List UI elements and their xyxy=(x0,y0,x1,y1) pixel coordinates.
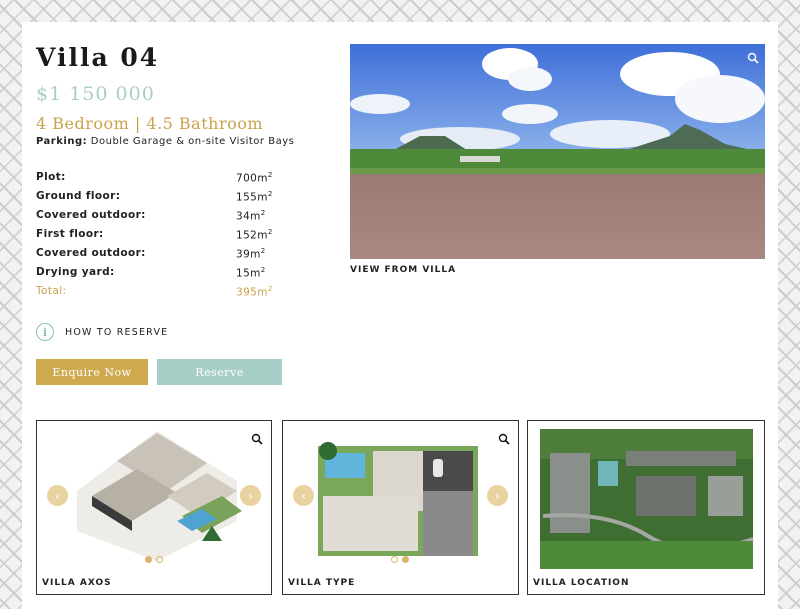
next-arrow-icon[interactable]: › xyxy=(240,485,261,506)
axonometric-plan xyxy=(77,431,242,561)
villa-rooms: 4 Bedroom | 4.5 Bathroom xyxy=(36,114,264,133)
floor-plan xyxy=(318,442,478,556)
carousel-dots xyxy=(145,556,163,563)
site-map xyxy=(540,429,754,569)
spec-label: First floor: xyxy=(36,228,104,240)
spec-row: Covered outdoor: 34m2 xyxy=(36,209,276,228)
villa-location-image[interactable] xyxy=(528,421,764,569)
spec-value: 152m2 xyxy=(236,228,273,242)
spec-label: Covered outdoor: xyxy=(36,247,146,259)
gallery-card-villa-axos[interactable]: ‹ › VILLA AXOS xyxy=(36,420,272,595)
spec-value: 15m2 xyxy=(236,266,266,280)
spec-value: 155m2 xyxy=(236,190,273,204)
spec-label: Covered outdoor: xyxy=(36,209,146,221)
carousel-dot[interactable] xyxy=(156,556,163,563)
card-caption: VILLA AXOS xyxy=(42,578,112,588)
next-arrow-icon[interactable]: › xyxy=(487,485,508,506)
spec-row: Ground floor: 155m2 xyxy=(36,190,276,209)
villa-axos-image[interactable]: ‹ › xyxy=(37,421,271,569)
spec-value: 34m2 xyxy=(236,209,266,223)
spec-row: Covered outdoor: 39m2 xyxy=(36,247,276,266)
prev-arrow-icon[interactable]: ‹ xyxy=(47,485,68,506)
how-to-reserve-label[interactable]: HOW TO RESERVE xyxy=(65,327,168,338)
prev-arrow-icon[interactable]: ‹ xyxy=(293,485,314,506)
view-from-villa-image[interactable] xyxy=(350,44,765,259)
spec-total-value: 395m2 xyxy=(236,285,273,299)
specs-table: Plot: 700m2 Ground floor: 155m2 Covered ou… xyxy=(36,171,276,304)
card-caption: VILLA TYPE xyxy=(288,578,356,588)
info-icon[interactable]: i xyxy=(36,323,54,341)
parking-info: Parking: Double Garage & on-site Visitor… xyxy=(36,136,294,147)
gallery-card-villa-type[interactable]: ‹ › VILLA TYPE xyxy=(282,420,519,595)
parking-value: Double Garage & on-site Visitor Bays xyxy=(90,136,295,147)
spec-row: First floor: 152m2 xyxy=(36,228,276,247)
spec-label: Ground floor: xyxy=(36,190,121,202)
hero-caption: VIEW FROM VILLA xyxy=(350,265,457,275)
carousel-dot[interactable] xyxy=(402,556,409,563)
spec-row: Plot: 700m2 xyxy=(36,171,276,190)
zoom-icon[interactable] xyxy=(251,433,263,445)
carousel-dots xyxy=(391,556,409,563)
spec-total-label: Total: xyxy=(36,285,67,297)
carousel-dot[interactable] xyxy=(145,556,152,563)
zoom-icon[interactable] xyxy=(498,433,510,445)
spec-label: Drying yard: xyxy=(36,266,115,278)
gallery-card-villa-location[interactable]: VILLA LOCATION xyxy=(527,420,765,595)
spec-label: Plot: xyxy=(36,171,66,183)
spec-value: 39m2 xyxy=(236,247,266,261)
spec-total-row: Total: 395m2 xyxy=(36,285,276,304)
spec-value: 700m2 xyxy=(236,171,273,185)
landscape-photo xyxy=(350,44,765,259)
reserve-button[interactable]: Reserve xyxy=(157,359,282,385)
villa-price: $1 150 000 xyxy=(36,83,155,105)
expand-icon[interactable] xyxy=(747,52,759,64)
card-caption: VILLA LOCATION xyxy=(533,578,630,588)
carousel-dot[interactable] xyxy=(391,556,398,563)
villa-title: Villa 04 xyxy=(36,43,160,72)
parking-label: Parking: xyxy=(36,136,88,147)
villa-detail-panel: Villa 04 $1 150 000 4 Bedroom | 4.5 Bath… xyxy=(22,22,778,609)
how-to-reserve[interactable]: i HOW TO RESERVE xyxy=(36,323,168,341)
villa-type-image[interactable]: ‹ › xyxy=(283,421,518,569)
spec-row: Drying yard: 15m2 xyxy=(36,266,276,285)
enquire-now-button[interactable]: Enquire Now xyxy=(36,359,148,385)
